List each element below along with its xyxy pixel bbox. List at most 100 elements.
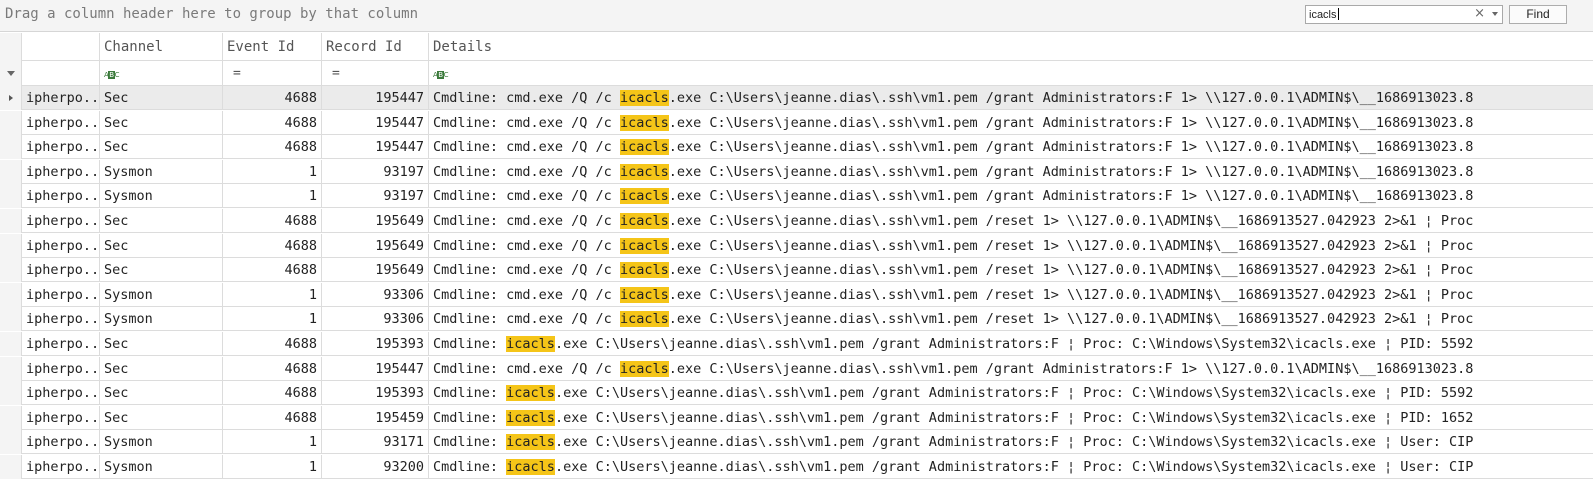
cell-channel[interactable]: Sec	[100, 86, 223, 110]
table-row[interactable]: ipherpo... Sec 4688 195459 Cmdline: icacls.e…	[0, 405, 1593, 430]
cell-computer[interactable]: ipherpo...	[22, 135, 100, 160]
cell-record-id[interactable]: 195447	[322, 135, 429, 160]
cell-record-id[interactable]: 195649	[322, 209, 429, 233]
table-row[interactable]: ipherpo... Sec 4688 195447 Cmdline: cmd.exe …	[0, 86, 1593, 110]
cell-channel[interactable]: Sec	[100, 356, 223, 381]
cell-details[interactable]: Cmdline: cmd.exe /Q /c icacls.exe C:\Use…	[429, 135, 1593, 159]
cell-event-id[interactable]: 1	[223, 282, 322, 307]
cell-event-id[interactable]: 4688	[223, 86, 322, 110]
cell-details[interactable]: Cmdline: icacls.exe C:\Users\jeanne.dias…	[429, 406, 1593, 430]
table-row[interactable]: ipherpo... Sec 4688 195447 Cmdline: cmd.exe …	[0, 110, 1593, 135]
cell-record-id[interactable]: 93200	[322, 455, 429, 479]
cell-channel[interactable]: Sec	[100, 332, 223, 356]
cell-details[interactable]: Cmdline: cmd.exe /Q /c icacls.exe C:\Use…	[429, 258, 1593, 282]
cell-channel[interactable]: Sec	[100, 405, 223, 430]
filter-cell-channel[interactable]: ABC	[100, 61, 223, 86]
cell-record-id[interactable]: 93306	[322, 307, 429, 332]
cell-record-id[interactable]: 195393	[322, 332, 429, 356]
column-header-details[interactable]: Details	[429, 33, 1593, 61]
cell-event-id[interactable]: 1	[223, 307, 322, 332]
cell-channel[interactable]: Sec	[100, 258, 223, 283]
cell-computer[interactable]: ipherpo...	[22, 356, 100, 381]
cell-computer[interactable]: ipherpo...	[22, 307, 100, 332]
cell-channel[interactable]: Sec	[100, 381, 223, 406]
cell-computer[interactable]: ipherpo...	[22, 405, 100, 430]
cell-record-id[interactable]: 93171	[322, 430, 429, 455]
cell-details[interactable]: Cmdline: cmd.exe /Q /c icacls.exe C:\Use…	[429, 184, 1593, 208]
cell-details[interactable]: Cmdline: icacls.exe C:\Users\jeanne.dias…	[429, 332, 1593, 356]
row-indicator[interactable]	[0, 86, 22, 110]
table-row[interactable]: ipherpo... Sec 4688 195393 Cmdline: icacls.e…	[0, 381, 1593, 406]
cell-computer[interactable]: ipherpo...	[22, 455, 100, 479]
cell-event-id[interactable]: 1	[223, 159, 322, 184]
group-by-panel[interactable]: Drag a column header here to group by th…	[0, 0, 1593, 32]
table-row[interactable]: ipherpo... Sec 4688 195447 Cmdline: cmd.exe …	[0, 135, 1593, 160]
cell-details[interactable]: Cmdline: cmd.exe /Q /c icacls.exe C:\Use…	[429, 234, 1593, 258]
cell-channel[interactable]: Sysmon	[100, 307, 223, 332]
table-row[interactable]: ipherpo... Sysmon 1 93306 Cmdline: cmd.exe /…	[0, 282, 1593, 307]
cell-channel[interactable]: Sec	[100, 135, 223, 160]
cell-details[interactable]: Cmdline: icacls.exe C:\Users\jeanne.dias…	[429, 430, 1593, 454]
cell-details[interactable]: Cmdline: cmd.exe /Q /c icacls.exe C:\Use…	[429, 86, 1593, 110]
cell-event-id[interactable]: 1	[223, 184, 322, 209]
cell-details[interactable]: Cmdline: icacls.exe C:\Users\jeanne.dias…	[429, 381, 1593, 405]
cell-event-id[interactable]: 4688	[223, 135, 322, 160]
cell-record-id[interactable]: 93197	[322, 184, 429, 209]
cell-computer[interactable]: ipherpo...	[22, 258, 100, 283]
cell-record-id[interactable]: 195447	[322, 110, 429, 135]
row-indicator[interactable]	[0, 430, 22, 455]
cell-event-id[interactable]: 4688	[223, 209, 322, 233]
cell-computer[interactable]: ipherpo...	[22, 282, 100, 307]
column-header-event-id[interactable]: Event Id	[223, 33, 322, 61]
find-input[interactable]: icacls ×	[1305, 5, 1503, 24]
row-indicator[interactable]	[0, 282, 22, 307]
column-header-computer[interactable]	[22, 33, 100, 61]
row-indicator[interactable]	[0, 307, 22, 332]
filter-cell-event-id[interactable]: =	[223, 61, 322, 86]
cell-event-id[interactable]: 1	[223, 455, 322, 479]
table-row[interactable]: ipherpo... Sec 4688 195393 Cmdline: icacls.e…	[0, 332, 1593, 356]
row-indicator[interactable]	[0, 455, 22, 479]
table-row[interactable]: ipherpo... Sysmon 1 93197 Cmdline: cmd.exe /…	[0, 184, 1593, 209]
cell-computer[interactable]: ipherpo...	[22, 381, 100, 406]
table-row[interactable]: ipherpo... Sec 4688 195447 Cmdline: cmd.exe …	[0, 356, 1593, 381]
cell-record-id[interactable]: 195393	[322, 381, 429, 406]
row-indicator[interactable]	[0, 332, 22, 356]
row-indicator[interactable]	[0, 135, 22, 160]
table-row[interactable]: ipherpo... Sec 4688 195649 Cmdline: cmd.exe …	[0, 233, 1593, 258]
row-indicator[interactable]	[0, 405, 22, 430]
table-row[interactable]: ipherpo... Sysmon 1 93171 Cmdline: icacls.ex…	[0, 430, 1593, 455]
cell-record-id[interactable]: 93197	[322, 159, 429, 184]
cell-computer[interactable]: ipherpo...	[22, 430, 100, 455]
cell-channel[interactable]: Sysmon	[100, 282, 223, 307]
cell-computer[interactable]: ipherpo...	[22, 332, 100, 356]
cell-event-id[interactable]: 4688	[223, 381, 322, 406]
cell-details[interactable]: Cmdline: cmd.exe /Q /c icacls.exe C:\Use…	[429, 357, 1593, 381]
table-row[interactable]: ipherpo... Sec 4688 195649 Cmdline: cmd.exe …	[0, 209, 1593, 233]
row-indicator[interactable]	[0, 356, 22, 381]
cell-channel[interactable]: Sec	[100, 110, 223, 135]
cell-event-id[interactable]: 1	[223, 430, 322, 455]
clear-icon[interactable]: ×	[1474, 6, 1485, 21]
cell-event-id[interactable]: 4688	[223, 356, 322, 381]
cell-channel[interactable]: Sec	[100, 209, 223, 233]
cell-channel[interactable]: Sysmon	[100, 159, 223, 184]
cell-computer[interactable]: ipherpo...	[22, 159, 100, 184]
cell-computer[interactable]: ipherpo...	[22, 209, 100, 233]
table-row[interactable]: ipherpo... Sysmon 1 93306 Cmdline: cmd.exe /…	[0, 307, 1593, 332]
cell-details[interactable]: Cmdline: cmd.exe /Q /c icacls.exe C:\Use…	[429, 209, 1593, 233]
cell-record-id[interactable]: 195447	[322, 86, 429, 110]
cell-event-id[interactable]: 4688	[223, 258, 322, 283]
cell-details[interactable]: Cmdline: cmd.exe /Q /c icacls.exe C:\Use…	[429, 307, 1593, 331]
chevron-down-icon[interactable]	[1492, 12, 1498, 16]
row-indicator[interactable]	[0, 110, 22, 135]
cell-computer[interactable]: ipherpo...	[22, 86, 100, 110]
cell-record-id[interactable]: 195459	[322, 405, 429, 430]
row-indicator[interactable]	[0, 184, 22, 209]
find-button[interactable]: Find	[1509, 5, 1567, 24]
cell-channel[interactable]: Sysmon	[100, 430, 223, 455]
row-indicator[interactable]	[0, 159, 22, 184]
table-row[interactable]: ipherpo... Sysmon 1 93200 Cmdline: icacls.ex…	[0, 455, 1593, 479]
table-row[interactable]: ipherpo... Sec 4688 195649 Cmdline: cmd.exe …	[0, 258, 1593, 283]
row-indicator[interactable]	[0, 209, 22, 233]
